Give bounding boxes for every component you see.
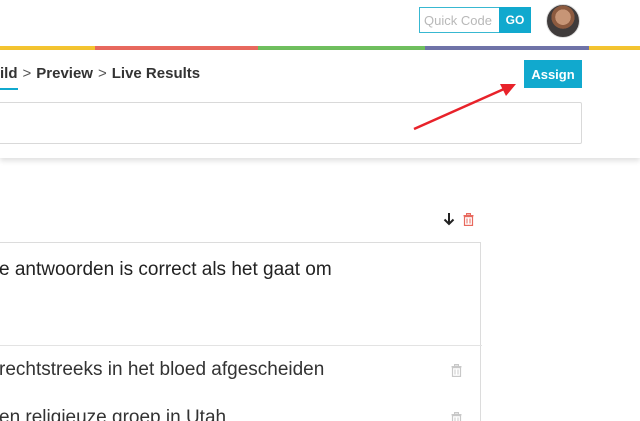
question-actions bbox=[443, 212, 474, 226]
divider bbox=[0, 345, 482, 346]
trash-icon[interactable] bbox=[463, 212, 474, 226]
answer-option[interactable]: rechtstreeks in het bloed afgescheiden bbox=[0, 359, 324, 381]
answer-option[interactable]: en religieuze groep in Utah bbox=[0, 407, 226, 421]
page: GO ild>Preview>Live Results Assign bbox=[0, 0, 640, 421]
trash-icon[interactable] bbox=[451, 364, 462, 377]
question-text[interactable]: e antwoorden is correct als het gaat om bbox=[0, 259, 332, 281]
trash-icon[interactable] bbox=[451, 412, 462, 421]
arrow-down-icon[interactable] bbox=[443, 212, 455, 226]
question-card: e antwoorden is correct als het gaat om … bbox=[0, 242, 482, 421]
breadcrumb-live-results[interactable]: Live Results bbox=[112, 65, 200, 82]
breadcrumb: ild > Preview > Live Results bbox=[0, 65, 200, 90]
avatar[interactable] bbox=[546, 4, 580, 38]
quiz-title-input[interactable] bbox=[0, 102, 582, 144]
breadcrumb-preview[interactable]: Preview bbox=[36, 65, 93, 82]
breadcrumb-separator: > bbox=[22, 65, 32, 82]
breadcrumb-build[interactable]: ild bbox=[0, 65, 18, 90]
assign-button[interactable]: Assign bbox=[524, 60, 582, 88]
breadcrumb-separator: > bbox=[97, 65, 107, 82]
go-button[interactable]: GO bbox=[499, 7, 531, 33]
top-bar: GO bbox=[0, 0, 640, 46]
quick-code-input[interactable] bbox=[419, 7, 499, 33]
editor-header: ild > Preview > Live Results Assign bbox=[0, 50, 640, 158]
